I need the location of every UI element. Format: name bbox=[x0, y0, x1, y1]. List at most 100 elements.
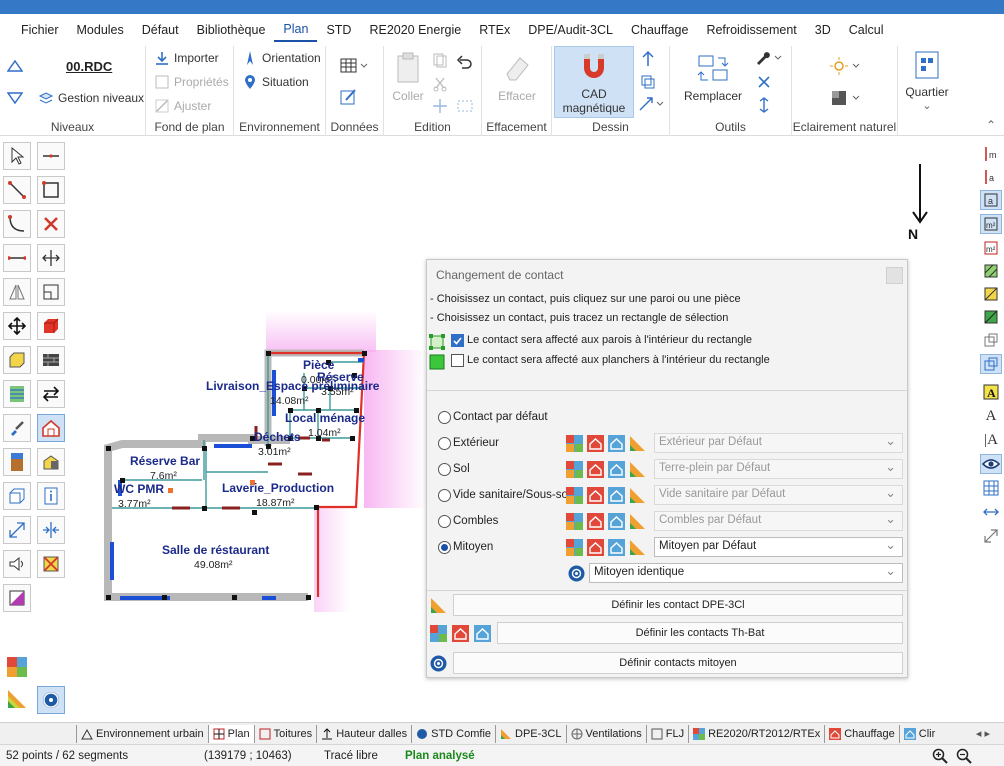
text-a-cursor-icon[interactable]: |A bbox=[980, 430, 1002, 450]
dpe-icon[interactable] bbox=[629, 435, 646, 452]
tabs-scroll-icon[interactable]: ◂ ▸ bbox=[976, 727, 990, 740]
floors-checkbox[interactable] bbox=[451, 354, 464, 367]
overlap-layer-icon[interactable] bbox=[980, 354, 1002, 374]
select-combles[interactable]: Combles par Défaut bbox=[654, 511, 903, 531]
importer-button[interactable]: Importer bbox=[154, 50, 219, 66]
house-blue-icon[interactable] bbox=[608, 486, 625, 504]
house-blue-icon[interactable] bbox=[608, 538, 625, 556]
move-icon[interactable] bbox=[432, 98, 448, 114]
hatch-green-icon[interactable] bbox=[980, 261, 1002, 281]
thbat-mini-icon[interactable] bbox=[6, 656, 28, 681]
select-mitoyen-identique[interactable]: Mitoyen identique bbox=[589, 563, 903, 583]
thbat-icon[interactable] bbox=[566, 538, 583, 556]
dpe-icon[interactable] bbox=[629, 513, 646, 530]
room-label-livraison[interactable]: Livraison_Espace préliminaire bbox=[206, 379, 379, 393]
dim-a-icon[interactable]: a bbox=[980, 167, 1002, 187]
diagonal-fill-icon[interactable] bbox=[3, 584, 31, 612]
mirror-icon[interactable] bbox=[3, 278, 31, 306]
remplacer-button[interactable]: Remplacer bbox=[678, 52, 748, 103]
tab-ventilations[interactable]: Ventilations bbox=[565, 724, 646, 743]
radio-exterieur[interactable] bbox=[438, 437, 451, 450]
house-blue-icon[interactable] bbox=[608, 434, 625, 452]
house-red-icon[interactable] bbox=[587, 460, 604, 478]
menu-chauffage[interactable]: Chauffage bbox=[622, 19, 697, 41]
shadow-dropdown-icon[interactable] bbox=[830, 88, 862, 108]
menu-modules[interactable]: Modules bbox=[68, 19, 133, 41]
menu-refroidissement[interactable]: Refroidissement bbox=[697, 19, 805, 41]
room-label-wc-pmr[interactable]: WC PMR bbox=[114, 482, 164, 496]
copy-icon[interactable] bbox=[432, 52, 448, 68]
resize-dropdown-icon[interactable] bbox=[638, 96, 666, 112]
sun-dropdown-icon[interactable] bbox=[830, 56, 862, 76]
house-red-icon[interactable] bbox=[587, 538, 604, 556]
delete-segment-icon[interactable] bbox=[37, 210, 65, 238]
quartier-button[interactable]: Quartier ⌄ bbox=[902, 50, 952, 113]
mitoyen-spiral-icon[interactable] bbox=[37, 686, 65, 714]
radio-combles[interactable] bbox=[438, 515, 451, 528]
thbat-icon[interactable] bbox=[566, 434, 583, 452]
thbat-icon[interactable] bbox=[566, 512, 583, 530]
thbat-icon[interactable] bbox=[566, 486, 583, 504]
level-down-icon[interactable] bbox=[7, 92, 23, 104]
menu-3d[interactable]: 3D bbox=[806, 19, 840, 41]
tab-plan[interactable]: Plan bbox=[207, 724, 254, 743]
stretch-icon[interactable] bbox=[37, 244, 65, 272]
select-sol[interactable]: Terre-plein par Défaut bbox=[654, 459, 903, 479]
copy-shape-icon[interactable] bbox=[640, 74, 656, 90]
level-up-icon[interactable] bbox=[7, 60, 23, 72]
house-red-icon[interactable] bbox=[587, 486, 604, 504]
grid-icon[interactable] bbox=[980, 478, 1002, 498]
current-level[interactable]: 00.RDC bbox=[66, 59, 112, 74]
room-label-dechets[interactable]: Déchets bbox=[254, 430, 301, 444]
diagonal-line-icon[interactable] bbox=[3, 176, 31, 204]
menu-bibliotheque[interactable]: Bibliothèque bbox=[188, 19, 275, 41]
ajuster-button[interactable]: Ajuster bbox=[154, 98, 211, 114]
cut-icon[interactable] bbox=[432, 76, 448, 92]
dpe-icon[interactable] bbox=[629, 487, 646, 504]
move-tool-icon[interactable] bbox=[3, 312, 31, 340]
tab-re2020[interactable]: RE2020/RT2012/RTEx bbox=[688, 724, 824, 743]
menu-dpe[interactable]: DPE/Audit-3CL bbox=[519, 19, 622, 41]
house-blue-icon[interactable] bbox=[608, 460, 625, 478]
hatch-dark-green-icon[interactable] bbox=[980, 307, 1002, 327]
menu-defaut[interactable]: Défaut bbox=[133, 19, 188, 41]
paint-brush-icon[interactable] bbox=[3, 414, 31, 442]
floor-slab-icon[interactable] bbox=[3, 482, 31, 510]
menu-std[interactable]: STD bbox=[317, 19, 360, 41]
tab-std-comfie[interactable]: STD Comfie bbox=[411, 724, 495, 743]
tab-clim[interactable]: Clir bbox=[898, 724, 940, 743]
speaker-icon[interactable] bbox=[3, 550, 31, 578]
select-rect-icon[interactable] bbox=[456, 98, 474, 114]
red-block-icon[interactable] bbox=[37, 312, 65, 340]
select-vide-sanitaire[interactable]: Vide sanitaire par Défaut bbox=[654, 485, 903, 505]
orientation-button[interactable]: Orientation bbox=[242, 50, 321, 66]
text-a-icon[interactable]: A bbox=[980, 406, 1002, 426]
brick-wall-icon[interactable] bbox=[37, 346, 65, 374]
info-panel-icon[interactable] bbox=[37, 482, 65, 510]
radio-sol[interactable] bbox=[438, 463, 451, 476]
select-arrow-icon[interactable] bbox=[3, 142, 31, 170]
copy-layer-icon[interactable] bbox=[980, 330, 1002, 350]
tools-cross-icon[interactable] bbox=[756, 74, 772, 90]
tab-hauteur-dalles[interactable]: Hauteur dalles bbox=[316, 724, 411, 743]
swap-arrows-icon[interactable] bbox=[37, 380, 65, 408]
room-label-salle[interactable]: Salle de réstaurant bbox=[162, 543, 269, 557]
dpe-scale-icon[interactable] bbox=[6, 688, 28, 713]
join-icon[interactable] bbox=[37, 516, 65, 544]
zoom-out-icon[interactable] bbox=[956, 748, 972, 764]
gestion-niveaux-button[interactable]: Gestion niveaux bbox=[38, 90, 144, 106]
ribbon-collapse-icon[interactable]: ⌃ bbox=[986, 118, 996, 132]
table-dropdown-icon[interactable] bbox=[340, 58, 370, 76]
dim-m-icon[interactable]: m bbox=[980, 144, 1002, 164]
menu-plan[interactable]: Plan bbox=[274, 18, 318, 42]
insulation-icon[interactable] bbox=[3, 380, 31, 408]
define-dpe-contacts-button[interactable]: Définir les contact DPE-3Cl bbox=[453, 594, 903, 616]
edit-data-icon[interactable] bbox=[340, 88, 358, 106]
menu-fichier[interactable]: Fichier bbox=[12, 19, 68, 41]
tab-chauffage[interactable]: Chauffage bbox=[824, 724, 899, 743]
zoom-in-icon[interactable] bbox=[932, 748, 948, 764]
tab-toitures[interactable]: Toitures bbox=[253, 724, 317, 743]
room-label-reserve-bar[interactable]: Réserve Bar bbox=[130, 454, 200, 468]
dpe-icon[interactable] bbox=[629, 461, 646, 478]
offset-icon[interactable] bbox=[37, 278, 65, 306]
